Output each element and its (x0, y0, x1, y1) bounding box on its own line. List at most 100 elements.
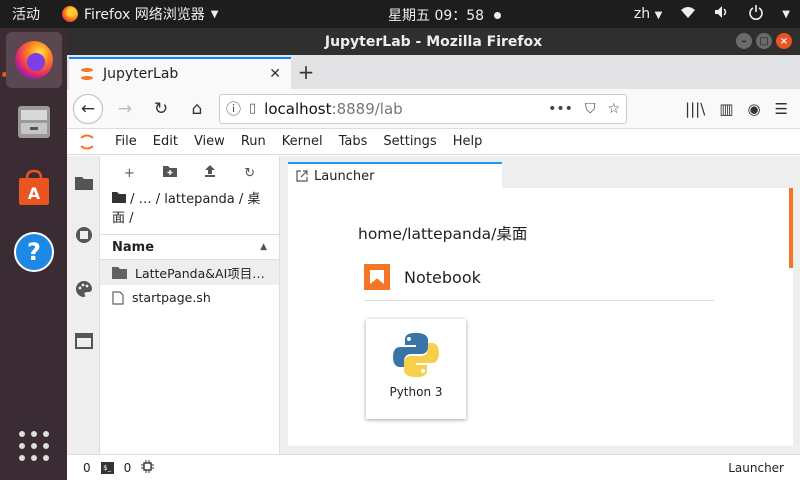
clock-label: 星期五 09：58 (388, 8, 485, 24)
menu-view[interactable]: View (186, 134, 233, 149)
terminal-icon[interactable]: $_ (100, 461, 114, 474)
file-name: startpage.sh (132, 290, 211, 305)
window-title: JupyterLab - Mozilla Firefox (324, 33, 543, 50)
jupyter-favicon-icon (81, 68, 93, 80)
menu-settings[interactable]: Settings (375, 134, 444, 149)
folder-icon[interactable] (75, 174, 93, 192)
home-folder-icon[interactable] (112, 192, 126, 203)
new-folder-icon[interactable] (162, 165, 177, 181)
dock-firefox[interactable] (6, 32, 62, 88)
file-list-header[interactable]: Name ▲ (100, 234, 279, 260)
activities-button[interactable]: 活动 (0, 4, 58, 24)
forward-button[interactable]: → (111, 95, 139, 123)
hamburger-menu-icon[interactable]: ☰ (775, 100, 788, 118)
upload-icon[interactable] (204, 165, 216, 181)
svg-text:?: ? (27, 238, 41, 266)
url-bar[interactable]: ⓘ ▯ localhost :8889/lab ••• ⛉ ☆ (219, 93, 627, 124)
minimize-button[interactable]: – (736, 33, 752, 49)
cpu-chip-icon[interactable] (141, 459, 155, 476)
shopping-bag-icon: A (19, 169, 49, 205)
jupyter-menubar: File Edit View Run Kernel Tabs Settings … (67, 129, 800, 155)
url-tools: ••• ⛉ ☆ (548, 101, 620, 117)
dock-file-cabinet[interactable] (6, 94, 62, 150)
pocket-icon[interactable]: ⛉ (585, 101, 596, 117)
jupyter-left-sidebar (67, 156, 100, 454)
launcher-tab-icon (296, 170, 308, 182)
new-tab-button[interactable]: + (291, 57, 321, 89)
tab-label: Launcher (314, 168, 375, 184)
list-item[interactable]: startpage.sh (100, 285, 279, 310)
app-grid-icon (19, 431, 49, 461)
tab-launcher[interactable]: Launcher (288, 162, 502, 188)
folder-icon (112, 266, 127, 279)
launcher-section-notebook: Notebook (364, 264, 714, 290)
wifi-icon[interactable] (680, 5, 696, 23)
list-item[interactable]: LattePanda&AI项目… (100, 260, 279, 285)
dock-software-center[interactable]: A (6, 160, 62, 216)
menu-tabs[interactable]: Tabs (331, 134, 376, 149)
terminal-count[interactable]: 0 (124, 461, 132, 475)
firefox-window: JupyterLab - Mozilla Firefox – □ × Jupyt… (67, 28, 800, 480)
stop-circle-icon[interactable] (75, 226, 93, 244)
reload-button[interactable]: ↻ (147, 95, 175, 123)
input-method[interactable]: zh ▼ (634, 6, 662, 22)
volume-icon[interactable] (714, 5, 730, 23)
menu-edit[interactable]: Edit (145, 134, 186, 149)
window-titlebar[interactable]: JupyterLab - Mozilla Firefox – □ × (67, 28, 800, 55)
maximize-button[interactable]: □ (756, 33, 772, 49)
gnome-top-bar: 活动 Firefox 网络浏览器 ▼ 星期五 09：58 zh ▼ ▼ (0, 0, 800, 28)
close-tab-icon[interactable]: ✕ (269, 66, 281, 82)
kernel-card-label: Python 3 (389, 385, 443, 399)
page-icon: ▯ (249, 101, 257, 116)
site-info-icon[interactable]: ⓘ (226, 98, 241, 119)
close-window-button[interactable]: × (776, 33, 792, 49)
back-button[interactable]: ← (73, 93, 103, 124)
browser-tab-jupyterlab[interactable]: JupyterLab ✕ (69, 57, 291, 89)
clock[interactable]: 星期五 09：58 (388, 5, 502, 25)
home-button[interactable]: ⌂ (183, 95, 211, 123)
name-column-header[interactable]: Name (112, 240, 154, 255)
tab-strip: JupyterLab ✕ + (67, 55, 800, 89)
chevron-down-icon: ▼ (654, 10, 663, 21)
dock-show-apps[interactable] (6, 418, 62, 474)
palette-icon[interactable] (75, 280, 93, 298)
bookmark-star-icon[interactable]: ☆ (607, 101, 620, 117)
kernel-card-python3[interactable]: Python 3 (366, 319, 466, 419)
jupyter-logo-icon (67, 133, 107, 151)
file-browser: + ↻ / … / lattepanda / 桌面 / Name ▲ Latte… (100, 156, 280, 454)
status-current-activity: Launcher (728, 460, 784, 475)
dock-help[interactable]: ? (6, 224, 62, 280)
firefox-icon (62, 6, 78, 22)
power-icon[interactable] (748, 4, 764, 24)
breadcrumb: / … / lattepanda / 桌面 / (100, 190, 279, 228)
svg-text:A: A (28, 184, 41, 203)
account-icon[interactable]: ◉ (747, 100, 760, 118)
file-name: LattePanda&AI项目… (135, 266, 265, 281)
page-actions-icon[interactable]: ••• (548, 101, 573, 117)
new-launcher-icon[interactable]: + (124, 166, 135, 181)
menu-help[interactable]: Help (445, 134, 491, 149)
menu-run[interactable]: Run (233, 134, 274, 149)
launcher-cwd: home/lattepanda/桌面 (358, 225, 528, 243)
launcher-panel: home/lattepanda/桌面 Notebook Python 3 (288, 188, 793, 446)
refresh-icon[interactable]: ↻ (244, 166, 255, 181)
file-icon (112, 290, 124, 305)
app-menu[interactable]: Firefox 网络浏览器 ▼ (62, 4, 219, 24)
language-label: zh (633, 6, 651, 22)
breadcrumb-path[interactable]: / … / lattepanda / 桌面 / (112, 192, 260, 226)
python-logo-icon (393, 333, 439, 377)
section-title: Notebook (404, 267, 481, 287)
section-divider (364, 300, 714, 301)
help-icon: ? (14, 232, 54, 272)
menu-kernel[interactable]: Kernel (274, 134, 331, 149)
chevron-down-icon: ▼ (210, 8, 219, 20)
ubuntu-dock: A ? (0, 28, 67, 480)
scrollbar[interactable] (789, 188, 793, 268)
firefox-icon (15, 41, 53, 79)
menu-file[interactable]: File (107, 134, 145, 149)
library-icon[interactable]: |||\ (685, 100, 705, 118)
tabs-icon[interactable] (75, 332, 93, 350)
kernel-count[interactable]: 0 (83, 461, 91, 475)
sidebar-icon[interactable]: ▥ (719, 100, 733, 118)
chevron-down-icon[interactable]: ▼ (782, 9, 790, 20)
